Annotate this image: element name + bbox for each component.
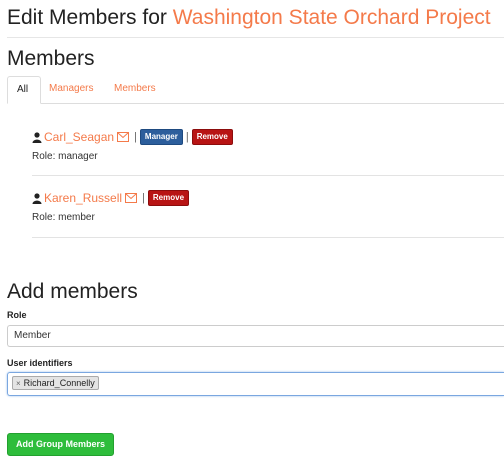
manager-badge[interactable]: Manager [139,129,183,145]
remove-button[interactable]: Remove [191,129,233,145]
member-name-link[interactable]: Karen_Russell [44,191,122,205]
member-divider [32,237,504,238]
tab-managers[interactable]: Managers [40,76,102,102]
member-role: Role: member [32,212,95,223]
user-icon [32,131,42,143]
member-role: Role: manager [32,151,98,162]
user-icon [32,192,42,204]
remove-button[interactable]: Remove [147,190,190,206]
page-title-prefix: Edit Members for [7,6,167,29]
role-label: Role [7,310,27,320]
separator: | [142,192,145,204]
token-remove-icon[interactable]: × [16,379,21,388]
separator: | [134,131,137,143]
tab-members[interactable]: Members [105,76,165,102]
user-identifiers-label: User identifiers [7,358,73,368]
add-group-members-button[interactable]: Add Group Members [7,433,114,456]
page-title: Edit Members for Washington State Orchar… [7,3,504,38]
user-token: × Richard_Connelly [12,376,99,390]
user-identifiers-input[interactable]: × Richard_Connelly [7,372,504,396]
envelope-icon[interactable] [117,132,130,142]
member-name-link[interactable]: Carl_Seagan [44,130,114,144]
project-name: Washington State Orchard Project [172,6,491,29]
member-row: Carl_Seagan | Manager | Remove Role: man… [32,129,504,189]
member-divider [32,175,504,176]
tab-all[interactable]: All [7,76,41,104]
role-field[interactable]: Member [7,325,504,347]
envelope-icon[interactable] [125,193,138,203]
members-heading: Members [7,47,95,70]
member-row: Karen_Russell | Remove Role: member [32,190,504,250]
separator: | [185,131,189,143]
member-tabs: All Managers Members [7,76,504,104]
add-members-heading: Add members [7,280,138,303]
token-label: Richard_Connelly [23,378,95,388]
